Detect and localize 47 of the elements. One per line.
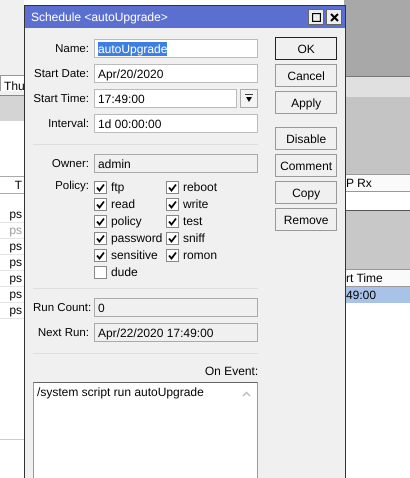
close-button[interactable]	[326, 9, 342, 25]
input-field[interactable]: Apr/20/2020	[94, 64, 258, 83]
policy-checkbox[interactable]: sniff	[166, 230, 246, 246]
column-header: P Rx	[344, 174, 410, 192]
field-label: Interval:	[47, 118, 89, 130]
script-editor[interactable]: /system script run autoUpgrade	[33, 382, 258, 478]
policy-checkbox[interactable]: test	[166, 213, 246, 229]
policy-checkbox[interactable]: password	[94, 230, 166, 246]
toolbar	[0, 96, 24, 121]
dropdown-button[interactable]	[240, 89, 258, 108]
owner-field: admin	[94, 154, 258, 173]
policy-checkbox[interactable]: reboot	[166, 179, 246, 195]
policy-checkbox[interactable]: ftp	[94, 179, 166, 195]
policy-checkbox[interactable]: sensitive	[94, 247, 166, 263]
input-field[interactable]: 17:49:00	[94, 89, 238, 108]
dialog-button[interactable]: Cancel	[275, 64, 337, 87]
dialog-button[interactable]: OK	[275, 37, 337, 60]
input-field[interactable]: 1d 00:00:00	[94, 114, 258, 133]
close-icon	[330, 12, 338, 22]
field-label: On Event:	[204, 364, 258, 378]
field-label: Name:	[54, 42, 89, 54]
maximize-button[interactable]	[308, 9, 324, 25]
dialog-button[interactable]: Disable	[275, 127, 337, 150]
field-label: Owner:	[50, 158, 89, 170]
dialog-button[interactable]: Remove	[275, 208, 337, 231]
tab-bar	[344, 76, 410, 97]
run-count-field: 0	[94, 298, 258, 317]
field-label: Policy:	[54, 179, 89, 194]
policy-checkbox[interactable]: romon	[166, 247, 246, 263]
dialog-button[interactable]: Comment	[275, 154, 337, 177]
column-header: rt Time	[344, 269, 410, 287]
dialog-button[interactable]: Apply	[275, 91, 337, 114]
background-panel	[344, 211, 410, 269]
policy-checkbox[interactable]: write	[166, 196, 246, 212]
field-label: Start Time:	[33, 92, 89, 104]
maximize-icon	[312, 12, 320, 22]
dialog-button[interactable]: Copy	[275, 181, 337, 204]
policy-checkbox[interactable]: read	[94, 196, 166, 212]
table-cell[interactable]: 49:00	[344, 287, 410, 303]
field-label: Run Count:	[33, 302, 89, 314]
caret-icon	[245, 94, 254, 103]
next-run-field: Apr/22/2020 17:49:00	[94, 323, 258, 342]
policy-checkbox[interactable]: policy	[94, 213, 166, 229]
input-field[interactable]: autoUpgrade	[94, 39, 258, 58]
window-title: Schedule <autoUpgrade>	[31, 10, 169, 24]
field-label: Next Run:	[36, 326, 89, 338]
policy-checkbox[interactable]: dude	[94, 264, 166, 280]
